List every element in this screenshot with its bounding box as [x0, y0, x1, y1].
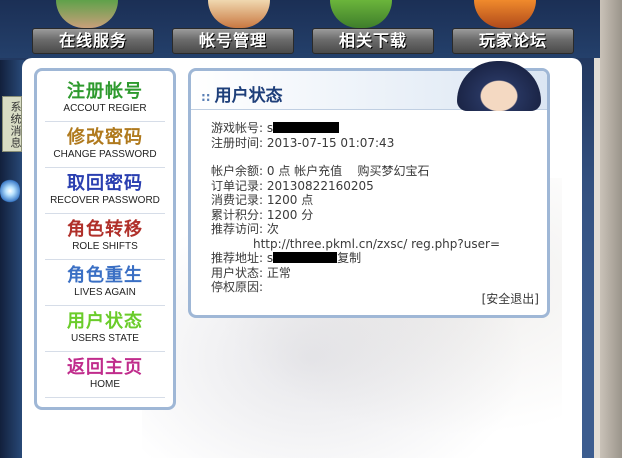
register-time-label: 注册时间: — [211, 135, 264, 150]
title-dots-icon: :: — [201, 90, 211, 104]
order-label: 订单记录: — [211, 178, 264, 193]
balance-label: 帐户余额: — [211, 164, 264, 178]
rec-address-row: 推荐地址: s 复制 — [211, 251, 531, 266]
menu-home-label: 返回主页 — [67, 357, 143, 378]
menu-home-sublabel: HOME — [90, 379, 120, 390]
menu-recover-password[interactable]: 取回密码 RECOVER PASSWORD — [45, 171, 165, 214]
visits-label: 推荐访问: — [211, 222, 264, 236]
state-label: 用户状态: — [211, 265, 264, 280]
visits-row: 推荐访问: 次 — [211, 222, 531, 237]
status-title: :: 用户状态 — [201, 81, 283, 106]
rec-url-line: http://three.pkml.cn/zxsc/ reg.php?user= — [211, 237, 531, 252]
top-header: 在线服务 帐号管理 相关下载 玩家论坛 — [0, 0, 600, 58]
menu-register[interactable]: 注册帐号 ACCOUT REGIER — [45, 79, 165, 122]
nav-account-manage[interactable]: 帐号管理 — [172, 28, 294, 54]
copy-link[interactable]: 复制 — [337, 251, 361, 265]
system-message-tab[interactable]: 系统消息 — [2, 96, 22, 152]
account-menu: 注册帐号 ACCOUT REGIER 修改密码 CHANGE PASSWORD … — [34, 68, 176, 410]
account-label: 游戏帐号: — [211, 121, 264, 135]
redaction-bar — [273, 122, 340, 133]
character-art-1 — [56, 0, 118, 28]
menu-role-shift-label: 角色转移 — [67, 219, 143, 240]
redaction-bar — [273, 252, 338, 263]
menu-role-shift[interactable]: 角色转移 ROLE SHIFTS — [45, 217, 165, 260]
consume-label: 消费记录: — [211, 193, 264, 207]
points-value: 1200 分 — [266, 207, 314, 222]
order-row: 订单记录: 20130822160205 — [211, 179, 531, 194]
state-row: 用户状态: 正常 — [211, 266, 531, 281]
menu-user-state-sublabel: USERS STATE — [71, 333, 139, 344]
reason-label: 停权原因: — [211, 280, 264, 294]
order-value: 20130822160205 — [266, 178, 374, 193]
menu-lives-again-label: 角色重生 — [67, 265, 143, 286]
balance-row: 帐户余额: 0 点 帐户充值 购买梦幻宝石 — [211, 164, 531, 179]
menu-user-state[interactable]: 用户状态 USERS STATE — [45, 309, 165, 352]
mascot-avatar — [457, 61, 541, 111]
menu-change-password-label: 修改密码 — [67, 127, 143, 148]
register-time-value: 2013-07-15 01:07:43 — [266, 135, 395, 150]
user-status-panel: :: 用户状态 游戏帐号: s 注册时间: 2013-07-15 01:07:43… — [188, 61, 550, 318]
register-time-row: 注册时间: 2013-07-15 01:07:43 — [211, 136, 531, 151]
menu-lives-again[interactable]: 角色重生 LIVES AGAIN — [45, 263, 165, 306]
character-art-4 — [474, 0, 536, 28]
buy-gem-link[interactable]: 购买梦幻宝石 — [357, 164, 429, 178]
menu-lives-again-sublabel: LIVES AGAIN — [74, 287, 136, 298]
state-value: 正常 — [266, 265, 291, 280]
nav-downloads[interactable]: 相关下载 — [312, 28, 434, 54]
visits-value: 次 — [266, 222, 279, 236]
nav-online-service[interactable]: 在线服务 — [32, 28, 154, 54]
main-panel: 注册帐号 ACCOUT REGIER 修改密码 CHANGE PASSWORD … — [22, 58, 582, 458]
menu-user-state-label: 用户状态 — [67, 311, 143, 332]
status-title-text: 用户状态 — [214, 86, 283, 106]
logout-link[interactable]: [安全退出] — [482, 290, 539, 307]
menu-home[interactable]: 返回主页 HOME — [45, 355, 165, 398]
points-row: 累计积分: 1200 分 — [211, 208, 531, 223]
menu-register-label: 注册帐号 — [67, 81, 143, 102]
account-row: 游戏帐号: s — [211, 121, 531, 136]
status-info: 游戏帐号: s 注册时间: 2013-07-15 01:07:43 帐户余额: … — [211, 121, 531, 295]
balance-value: 0 点 — [266, 164, 291, 178]
menu-register-sublabel: ACCOUT REGIER — [63, 103, 147, 114]
rec-label: 推荐地址: — [211, 251, 264, 265]
nav-forum[interactable]: 玩家论坛 — [452, 28, 574, 54]
character-art-2 — [208, 0, 270, 28]
menu-role-shift-sublabel: ROLE SHIFTS — [72, 241, 138, 252]
consume-row: 消费记录: 1200 点 — [211, 193, 531, 208]
menu-change-password-sublabel: CHANGE PASSWORD — [53, 149, 157, 160]
menu-recover-password-label: 取回密码 — [67, 173, 143, 194]
status-header: :: 用户状态 — [191, 61, 547, 111]
consume-value: 1200 点 — [266, 193, 314, 207]
character-art-3 — [330, 0, 392, 28]
menu-recover-password-sublabel: RECOVER PASSWORD — [50, 195, 160, 206]
glow-orb-icon — [0, 178, 20, 204]
rec-url[interactable]: http://three.pkml.cn/zxsc/ reg.php?user= — [253, 237, 500, 251]
menu-change-password[interactable]: 修改密码 CHANGE PASSWORD — [45, 125, 165, 168]
points-label: 累计积分: — [211, 207, 264, 222]
right-decoration — [600, 0, 622, 458]
recharge-link[interactable]: 帐户充值 — [294, 164, 342, 178]
